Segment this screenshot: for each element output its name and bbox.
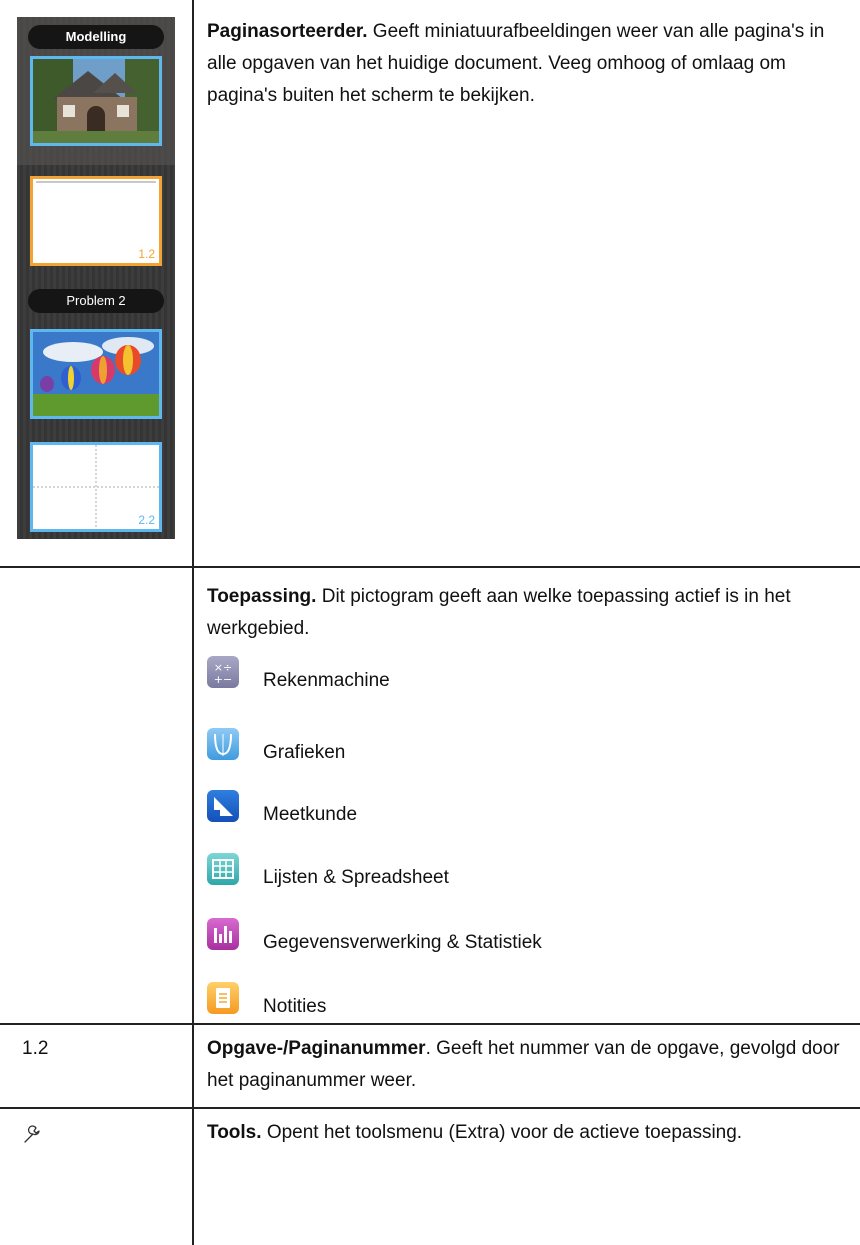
description-text: Opent het toolsmenu (Extra) voor de acti… [261, 1122, 743, 1143]
app-label: Grafieken [263, 742, 346, 763]
page-thumbnail-2-2[interactable]: 2.2 [30, 442, 162, 532]
balloons-photo [33, 332, 159, 416]
calculator-icon: ×÷ +− [207, 656, 239, 688]
tools-description: Tools. Opent het toolsmenu (Extra) voor … [207, 1117, 847, 1149]
row-divider [0, 1023, 860, 1025]
app-label: Gegevensverwerking & Statistiek [263, 932, 542, 953]
wrench-icon [22, 1125, 42, 1145]
row-divider [0, 1107, 860, 1109]
thumbnail-text-line [36, 181, 156, 183]
app-label: Rekenmachine [263, 670, 390, 691]
notes-icon [207, 982, 239, 1014]
page-number-badge: 2.2 [138, 513, 155, 527]
problem-2-label[interactable]: Problem 2 [28, 289, 164, 313]
app-label: Meetkunde [263, 804, 358, 825]
column-divider [192, 0, 194, 1245]
description-title: Toepassing. [207, 586, 317, 607]
problem-1-label[interactable]: Modelling [28, 25, 164, 49]
app-label: Notities [263, 996, 327, 1017]
page-number-description: Opgave-/Paginanummer. Geeft het nummer v… [207, 1033, 847, 1097]
description-title: Opgave-/Paginanummer [207, 1038, 426, 1059]
description-title: Tools. [207, 1122, 262, 1143]
geometry-icon [207, 790, 239, 822]
house-photo [33, 59, 159, 143]
page-thumbnail-1-2[interactable]: 1.2 [30, 176, 162, 266]
page-number-example: 1.2 [22, 1038, 49, 1059]
app-label: Lijsten & Spreadsheet [263, 867, 449, 888]
row-divider [0, 566, 860, 568]
data-statistics-icon [207, 918, 239, 950]
page-thumbnail-2-1[interactable] [30, 329, 162, 419]
application-description: Toepassing. Dit pictogram geeft aan welk… [207, 581, 847, 645]
page-sorter-description: Paginasorteerder. Geeft miniatuurafbeeld… [207, 16, 847, 112]
page-sorter-panel[interactable]: Modelling 1.2 Problem 2 2.2 [17, 17, 175, 539]
graphs-icon [207, 728, 239, 760]
lists-spreadsheet-icon [207, 853, 239, 885]
page-number-badge: 1.2 [138, 247, 155, 261]
description-title: Paginasorteerder. [207, 21, 368, 42]
page-thumbnail-1-1[interactable] [30, 56, 162, 146]
svg-text:+−: +− [214, 673, 232, 686]
